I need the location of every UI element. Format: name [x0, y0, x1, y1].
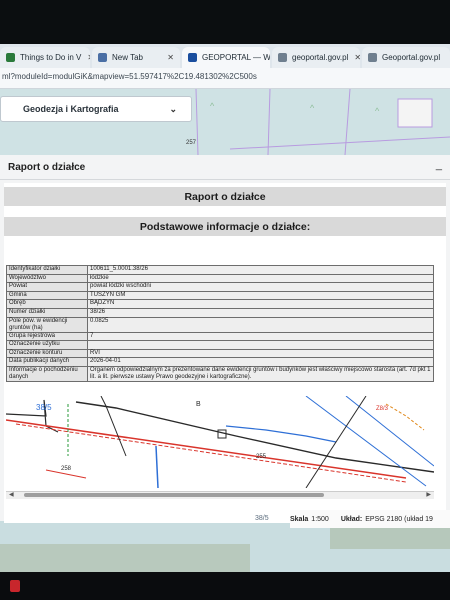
tab-geoportal-w[interactable]: GEOPORTAL — W ✕: [182, 47, 270, 68]
table-row: Oznaczenie użytku: [6, 340, 434, 350]
row-value: 38/26: [87, 307, 434, 318]
report-panel-header: Raport o działce _: [0, 155, 450, 180]
minimize-button[interactable]: _: [436, 159, 442, 171]
row-value: 0.0825: [87, 316, 434, 333]
crs-label: Układ:: [340, 515, 363, 523]
map-label-b: B: [196, 401, 201, 408]
pdf-app-icon[interactable]: [10, 580, 20, 592]
row-key: Pole pow. w ewidencji gruntów (ha): [6, 316, 88, 333]
row-value: powiat łódzki wschodni: [87, 282, 434, 292]
row-key: Informacje o pochodzeniu danych: [6, 365, 88, 382]
row-value: Organem odpowiedzialnym za prezentowane …: [87, 365, 434, 382]
close-icon[interactable]: ✕: [348, 53, 360, 62]
row-key: Data publikacji danych: [6, 357, 88, 367]
parcel-info-table: Identyfikator działki 100611_5.0001.38/26…: [6, 265, 434, 382]
map-top-number: 257: [186, 140, 197, 146]
row-key: Identyfikator działki: [6, 265, 88, 275]
report-panel: Raport o działce _ Raport o działce Pods…: [0, 155, 450, 523]
browser-tabbar: Things to Do in V ✕ New Tab ✕ GEOPORTAL …: [0, 44, 450, 69]
tab-favicon-icon: [188, 53, 197, 62]
table-row: Grupa rejestrowa 7: [6, 331, 434, 342]
module-dropdown-label: Geodezja i Kartografia: [23, 104, 119, 114]
row-value: 7: [87, 331, 434, 342]
map-parcel-number: 38/5: [255, 515, 269, 522]
table-row: Pole pow. w ewidencji gruntów (ha) 0.0825: [6, 316, 434, 333]
row-key: Oznaczenie użytku: [6, 340, 88, 350]
scale-value: 1:500: [311, 515, 329, 523]
row-key: Obręb: [6, 299, 88, 309]
tab-geoportal-gov[interactable]: geoportal.gov.pl ✕: [272, 47, 360, 68]
map-label-bottom-left: 258: [61, 466, 72, 472]
address-bar[interactable]: ml?moduleId=modulGiK&mapview=51.597417%2…: [0, 68, 450, 89]
scroll-right-icon[interactable]: ▶: [426, 491, 431, 498]
close-icon[interactable]: ✕: [161, 53, 174, 62]
scrollbar-thumb[interactable]: [24, 493, 324, 497]
row-key: Oznaczenie konturu: [6, 348, 88, 359]
row-value: BĄDZYN: [87, 299, 434, 309]
tab-geoportal-gov-2[interactable]: Geoportal.gov.pl: [362, 47, 450, 68]
row-key: Województwo: [6, 273, 88, 284]
url-text[interactable]: ml?moduleId=modulGiK&mapview=51.597417%2…: [2, 72, 257, 81]
table-row: Powiat powiat łódzki wschodni: [6, 282, 434, 292]
row-value: 2026-04-01: [87, 357, 434, 367]
report-subtitle: Podstawowe informacje o działce:: [4, 217, 446, 236]
row-value: TUSZYN GM: [87, 290, 434, 301]
tab-label: GEOPORTAL — W: [202, 53, 270, 62]
tab-label: Things to Do in V: [20, 53, 82, 62]
tab-favicon-icon: [368, 53, 377, 62]
tab-favicon-icon: [98, 53, 107, 62]
close-icon[interactable]: ✕: [81, 53, 90, 62]
module-dropdown[interactable]: Geodezja i Kartografia ⌄: [0, 96, 192, 122]
row-value: [87, 340, 434, 350]
os-taskbar: [0, 572, 450, 600]
table-row: Oznaczenie konturu RVI: [6, 348, 434, 359]
scroll-left-icon[interactable]: ◀: [9, 491, 14, 498]
table-row: Identyfikator działki 100611_5.0001.38/26: [6, 265, 434, 275]
row-key: Gmina: [6, 290, 88, 301]
table-row: Województwo łódzkie: [6, 273, 434, 284]
crs-value: EPSG 2180 (układ 19: [365, 515, 433, 523]
scale-info: Skala 1:500: [290, 516, 335, 523]
tab-label: Geoportal.gov.pl: [382, 53, 441, 62]
row-key: Powiat: [6, 282, 88, 292]
screen: Things to Do in V ✕ New Tab ✕ GEOPORTAL …: [0, 44, 450, 572]
map-label-mid: 255: [256, 454, 267, 460]
report-document: Raport o działce Podstawowe informacje o…: [4, 183, 446, 523]
report-title: Raport o działce: [4, 187, 446, 206]
tab-new-tab[interactable]: New Tab ✕: [92, 47, 180, 68]
table-row: Obręb BĄDZYN: [6, 299, 434, 309]
report-panel-title: Raport o działce: [8, 162, 86, 173]
crs-info: Układ: EPSG 2180 (układ 19: [341, 516, 439, 523]
row-key: Grupa rejestrowa: [6, 331, 88, 342]
scale-label: Skala: [290, 515, 309, 523]
parcel-map-image: 38/5 B Z8/3 255 258: [6, 396, 434, 488]
tab-favicon-icon: [278, 53, 287, 62]
tab-label: geoportal.gov.pl: [292, 53, 349, 62]
table-row: Data publikacji danych 2026-04-01: [6, 357, 434, 367]
table-row: Numer działki 38/26: [6, 307, 434, 318]
map-label-parcel-left: 38/5: [36, 403, 52, 412]
chevron-down-icon[interactable]: ⌄: [169, 104, 177, 115]
row-value: łódzkie: [87, 273, 434, 284]
row-value: 100611_5.0001.38/26: [87, 265, 434, 275]
row-value: RVI: [87, 348, 434, 359]
row-key: Numer działki: [6, 307, 88, 318]
horizontal-scrollbar[interactable]: ◀ ▶: [6, 491, 434, 499]
tab-label: New Tab: [112, 53, 143, 62]
tab-things-to-do[interactable]: Things to Do in V ✕: [0, 47, 90, 68]
table-row: Informacje o pochodzeniu danych Organem o…: [6, 365, 434, 382]
map-status-bar: Skala 1:500 Układ: EPSG 2180 (układ 19: [290, 510, 450, 528]
tab-favicon-icon: [6, 53, 15, 62]
map-label-right: Z8/3: [376, 406, 389, 412]
table-row: Gmina TUSZYN GM: [6, 290, 434, 301]
